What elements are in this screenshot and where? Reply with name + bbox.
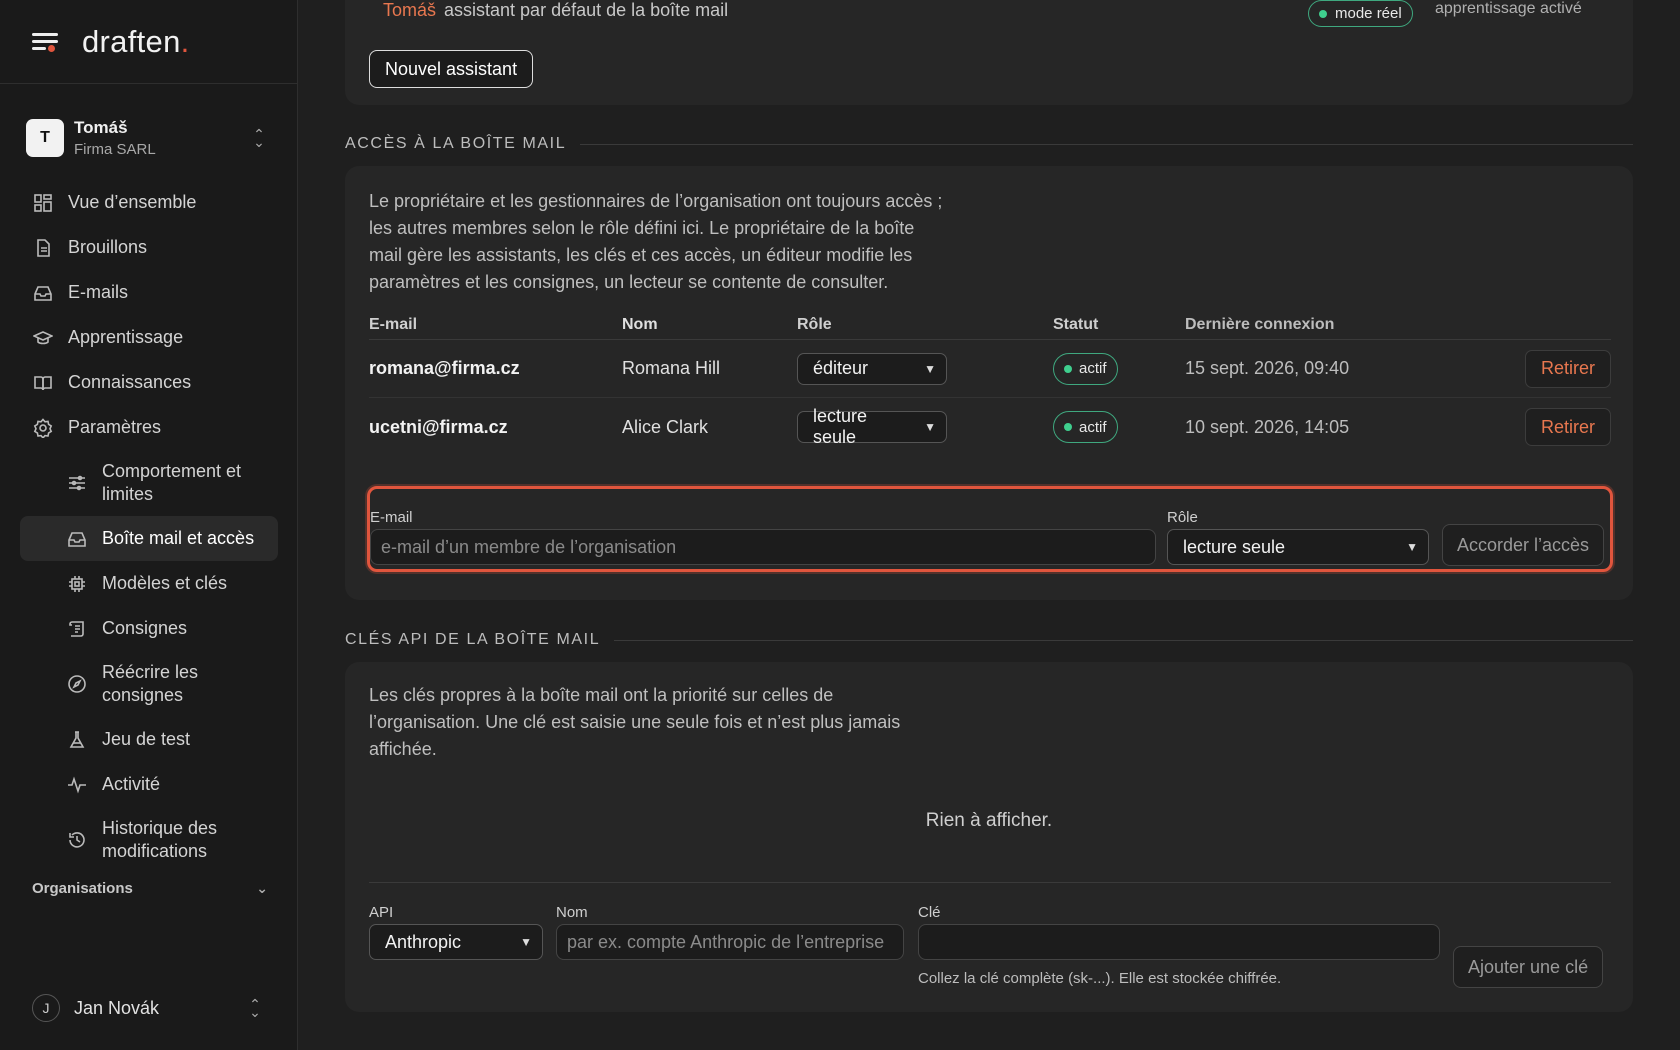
chevron-down-icon: ⌄: [256, 880, 268, 896]
sidebar-nav: Vue d’ensemble Brouillons E-mails Appren…: [20, 180, 278, 873]
logo: draften.: [82, 23, 190, 59]
add-key-button[interactable]: Ajouter une clé: [1453, 946, 1604, 988]
key-name-input[interactable]: par ex. compte Anthropic de l’entreprise: [556, 924, 904, 960]
member-email: ucetni@firma.cz: [369, 416, 508, 437]
member-name: Romana Hill: [622, 358, 721, 378]
remove-button[interactable]: Retirer: [1524, 349, 1611, 388]
assistant-row: Tomáš assistant par défaut de la boîte ma…: [383, 0, 729, 20]
sidebar-item-settings[interactable]: Paramètres: [20, 405, 278, 450]
access-table: E-mail Nom Rôle Statut Dernière connexio…: [369, 310, 1611, 456]
user-name: Jan Novák: [74, 997, 160, 1018]
graduation-cap-icon: [32, 327, 54, 349]
keys-section-title: CLÉS API DE LA BOÎTE MAIL: [345, 631, 1633, 649]
api-label: API: [369, 904, 394, 921]
grant-access-button[interactable]: Accorder l’accès: [1442, 524, 1605, 566]
sidebar-item-behavior[interactable]: Comportement et limites: [20, 450, 278, 516]
sidebar-item-emails[interactable]: E-mails: [20, 270, 278, 315]
status-badge: actif: [1053, 352, 1118, 385]
inbox-icon: [66, 528, 88, 550]
grant-access-form: E-mail e-mail d’un membre de l’organisat…: [367, 486, 1613, 572]
compass-icon: [66, 673, 88, 695]
table-row: romana@firma.cz Romana Hill éditeur ▼ act…: [369, 340, 1611, 398]
scroll-icon: [66, 618, 88, 640]
sidebar-item-activity[interactable]: Activité: [20, 762, 278, 807]
sidebar-item-models-keys[interactable]: Modèles et clés: [20, 561, 278, 606]
role-select[interactable]: lecture seule ▼: [797, 406, 947, 447]
chevron-down-icon: ▼: [924, 420, 936, 434]
new-assistant-button[interactable]: Nouvel assistant: [369, 50, 534, 88]
organizations-toggle[interactable]: Organisations ⌄: [32, 880, 268, 897]
sidebar-item-instructions[interactable]: Consignes: [20, 606, 278, 651]
email-label: E-mail: [370, 509, 413, 526]
menu-icon[interactable]: [32, 31, 60, 53]
key-name-label: Nom: [556, 904, 588, 921]
last-login: 15 sept. 2026, 09:40: [1185, 358, 1350, 378]
flask-icon: [66, 729, 88, 751]
role-label: Rôle: [1167, 509, 1198, 526]
key-label: Clé: [918, 904, 941, 921]
status-badge: actif: [1053, 411, 1118, 443]
member-name: Alice Clark: [622, 416, 709, 437]
sidebar-item-rewrite[interactable]: Réécrire les consignes: [20, 651, 278, 717]
org-switcher[interactable]: T Tomáš Firma SARL ⌃ ⌄: [26, 114, 272, 162]
mode-badge: mode réel: [1308, 0, 1413, 27]
chip-icon: [66, 573, 88, 595]
assistants-card: Tomáš assistant par défaut de la boîte ma…: [345, 0, 1633, 105]
key-hint: Collez la clé complète (sk-...). Elle es…: [918, 970, 1282, 987]
keys-card: Les clés propres à la boîte mail ont la …: [345, 662, 1633, 1012]
access-card: Le propriétaire et les gestionnaires de …: [345, 166, 1633, 600]
keys-description: Les clés propres à la boîte mail ont la …: [369, 685, 901, 759]
api-provider-select[interactable]: Anthropic ▼: [369, 924, 543, 960]
sidebar-item-knowledge[interactable]: Connaissances: [20, 360, 278, 405]
document-icon: [32, 237, 54, 259]
dashboard-icon: [32, 192, 54, 214]
assistant-name[interactable]: Tomáš: [383, 0, 436, 20]
access-description: Le propriétaire et les gestionnaires de …: [369, 191, 943, 292]
brand-bar: draften.: [0, 0, 297, 84]
sliders-icon: [66, 472, 88, 494]
sidebar-item-testset[interactable]: Jeu de test: [20, 717, 278, 762]
activity-icon: [66, 774, 88, 796]
sidebar-item-overview[interactable]: Vue d’ensemble: [20, 180, 278, 225]
sidebar-item-drafts[interactable]: Brouillons: [20, 225, 278, 270]
org-avatar: T: [26, 119, 64, 157]
sidebar: draften. T Tomáš Firma SARL ⌃ ⌄ Vue d’ens…: [0, 0, 298, 1050]
role-select[interactable]: éditeur ▼: [797, 352, 947, 385]
sidebar-item-history[interactable]: Historique des modifications: [20, 807, 278, 873]
chevron-updown-icon: ⌃ ⌄: [249, 996, 261, 1020]
user-switcher[interactable]: J Jan Novák ⌃ ⌄: [32, 994, 268, 1022]
remove-button[interactable]: Retirer: [1524, 408, 1611, 446]
sidebar-item-mailbox-access[interactable]: Boîte mail et accès: [20, 516, 278, 561]
grant-role-select[interactable]: lecture seule ▼: [1167, 529, 1429, 565]
gear-icon: [32, 417, 54, 439]
chevron-updown-icon: ⌃ ⌄: [253, 126, 265, 150]
inbox-icon: [32, 282, 54, 304]
sidebar-item-learning[interactable]: Apprentissage: [20, 315, 278, 360]
chevron-down-icon: ▼: [520, 935, 532, 949]
table-header: E-mail Nom Rôle Statut Dernière connexio…: [369, 310, 1611, 340]
org-name: Tomáš: [74, 118, 128, 137]
divider: [369, 882, 1611, 883]
history-icon: [66, 829, 88, 851]
grant-email-input[interactable]: e-mail d’un membre de l’organisation: [370, 529, 1156, 565]
chevron-down-icon: ▼: [1406, 540, 1418, 554]
key-input[interactable]: [918, 924, 1440, 960]
access-section-title: ACCÈS À LA BOÎTE MAIL: [345, 135, 1633, 153]
empty-state: Rien à afficher.: [925, 810, 1053, 831]
book-icon: [32, 372, 54, 394]
table-row: ucetni@firma.cz Alice Clark lecture seul…: [369, 398, 1611, 456]
chevron-down-icon: ▼: [924, 361, 936, 376]
member-email: romana@firma.cz: [369, 358, 520, 378]
learning-status: apprentissage activé: [1435, 0, 1582, 17]
org-subtitle: Firma SARL: [74, 141, 156, 158]
last-login: 10 sept. 2026, 14:05: [1185, 416, 1350, 437]
user-avatar: J: [32, 994, 60, 1022]
